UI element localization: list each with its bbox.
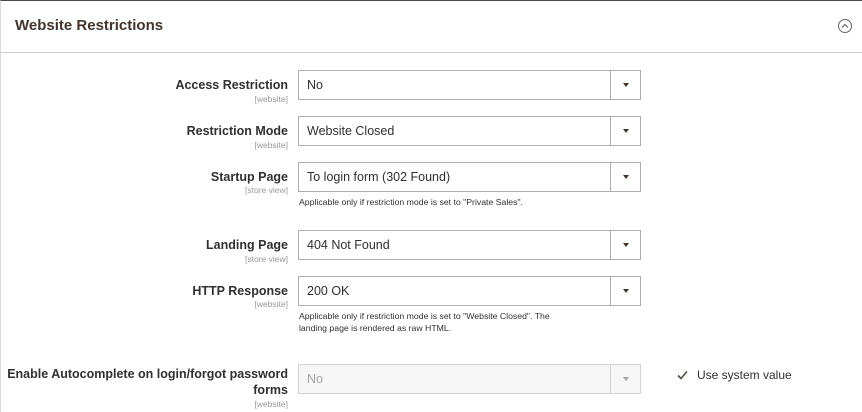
caret-down-icon	[623, 83, 629, 87]
caret-down-icon	[623, 129, 629, 133]
autocomplete-label-line1: Enable Autocomplete on login/forgot pass…	[7, 367, 288, 381]
access-restriction-scope: [website]	[254, 94, 288, 104]
select-divider	[610, 231, 611, 259]
caret-down-icon	[623, 243, 629, 247]
http-response-note-line2: landing page is rendered as raw HTML.	[299, 323, 452, 333]
select-divider	[610, 71, 611, 99]
landing-page-value: 404 Not Found	[307, 238, 390, 252]
restriction-mode-label: Restriction Mode	[186, 124, 288, 138]
autocomplete-value: No	[307, 372, 323, 386]
restriction-mode-value: Website Closed	[307, 124, 395, 138]
http-response-select[interactable]: 200 OK	[298, 276, 641, 306]
startup-page-select[interactable]: To login form (302 Found)	[298, 162, 641, 192]
startup-page-value: To login form (302 Found)	[307, 170, 451, 184]
restriction-mode-select[interactable]: Website Closed	[298, 116, 641, 146]
restriction-mode-scope: [website]	[254, 140, 288, 150]
select-divider	[610, 117, 611, 145]
startup-page-label: Startup Page	[210, 170, 288, 184]
autocomplete-label-line2: forms	[253, 383, 288, 397]
access-restriction-value: No	[307, 78, 323, 92]
checkmark-icon[interactable]	[676, 369, 689, 382]
autocomplete-scope: [website]	[254, 399, 288, 409]
select-divider	[610, 163, 611, 191]
caret-down-icon	[623, 377, 629, 381]
select-divider	[610, 277, 611, 305]
landing-page-label: Landing Page	[206, 238, 288, 252]
startup-page-scope: [store view]	[245, 185, 288, 195]
landing-page-scope: [store view]	[245, 254, 288, 264]
section-header[interactable]: Website Restrictions	[1, 1, 862, 53]
landing-page-select[interactable]: 404 Not Found	[298, 230, 641, 260]
http-response-value: 200 OK	[307, 284, 350, 298]
caret-down-icon	[623, 289, 629, 293]
section-title: Website Restrictions	[15, 17, 164, 34]
select-divider	[610, 365, 611, 393]
access-restriction-select[interactable]: No	[298, 70, 641, 100]
http-response-label: HTTP Response	[192, 284, 288, 298]
access-restriction-label: Access Restriction	[175, 78, 288, 92]
caret-down-icon	[623, 175, 629, 179]
autocomplete-select: No	[298, 364, 641, 394]
use-system-value-checkbox[interactable]: Use system value	[676, 368, 792, 382]
website-restrictions-panel: Website Restrictions Access Restriction …	[0, 0, 862, 412]
chevron-up-circle-icon[interactable]	[837, 18, 853, 34]
http-response-note-line1: Applicable only if restriction mode is s…	[299, 311, 550, 321]
http-response-scope: [website]	[254, 299, 288, 309]
use-system-value-label: Use system value	[697, 368, 792, 382]
startup-page-note: Applicable only if restriction mode is s…	[299, 197, 523, 207]
